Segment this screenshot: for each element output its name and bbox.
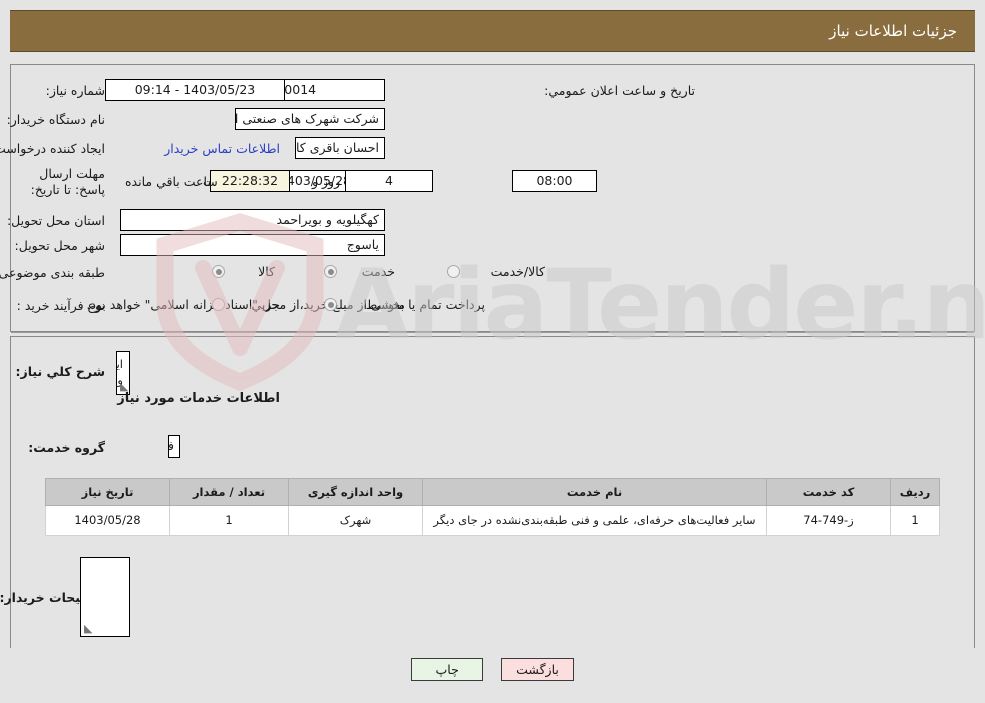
page-header-bar: جزئیات اطلاعات نیاز (10, 10, 975, 52)
category-label-kala-khedmat: کالا/خدمت (490, 264, 545, 279)
col-index: ردیف (890, 478, 940, 506)
province-value: کهگیلویه و بویراحمد (120, 209, 385, 231)
purchase-type-label-motavaset: متوسط (365, 297, 405, 312)
description-label: شرح کلي نیاز: (15, 364, 105, 379)
cell-unit: شهرک (288, 505, 423, 536)
description-textarea[interactable]: ایجاد واحد تحقیق و توسعه در خوشه گلخانه … (116, 351, 130, 395)
col-quantity: تعداد / مقدار (169, 478, 289, 506)
need-number-label: شماره نیاز: (45, 83, 105, 98)
category-radio-kala[interactable] (212, 265, 225, 278)
col-code: کد خدمت (766, 478, 891, 506)
col-unit: واحد اندازه گیری (288, 478, 423, 506)
category-label: طبقه بندی موضوعی: (0, 265, 105, 280)
province-label: استان محل تحویل: (6, 213, 105, 228)
remaining-days-value: 4 (345, 170, 433, 192)
purchase-type-radio-jozii[interactable] (212, 298, 225, 311)
deadline-hour-value: 08:00 (512, 170, 597, 192)
table-header-row: ردیف کد خدمت نام خدمت واحد اندازه گیری ت… (45, 478, 940, 506)
services-section-heading: اطلاعات خدمات مورد نیاز (117, 391, 280, 406)
deadline-label: مهلت ارسال پاسخ: تا تاریخ: (30, 166, 105, 197)
cell-index: 1 (890, 505, 940, 536)
announce-datetime-label: تاریخ و ساعت اعلان عمومي: (544, 83, 695, 98)
action-button-row: بازگشت چاپ (0, 658, 985, 681)
resize-grip-icon[interactable]: ◢ (84, 622, 94, 635)
category-label-kala: کالا (258, 264, 275, 279)
remaining-days-label: روز و (312, 174, 341, 189)
buyer-notes-textarea[interactable]: ◢ (80, 557, 130, 637)
table-row: 1 ز-749-74 سایر فعالیت‌های حرفه‌ای، علمی… (45, 505, 940, 536)
buyer-contact-link[interactable]: اطلاعات تماس خریدار (164, 141, 280, 156)
buyer-org-value: شرکت شهرک های صنعتی استان کهگیلویه و بوی… (235, 108, 385, 130)
back-button[interactable]: بازگشت (501, 658, 574, 681)
service-group-label: گروه خدمت: (28, 440, 105, 455)
category-label-khedmat: خدمت (361, 264, 395, 279)
service-group-value: فعالیت‌های حرفه‌ای، علمی و فنی (168, 435, 180, 458)
buyer-org-label: نام دستگاه خریدار: (6, 112, 105, 127)
islamic-treasury-note: پرداخت تمام یا بخشی از مبلغ خرید،از محل … (86, 297, 485, 312)
cell-name: سایر فعالیت‌های حرفه‌ای، علمی و فنی طبقه… (422, 505, 767, 536)
col-name: نام خدمت (422, 478, 767, 506)
requester-label: ایجاد کننده درخواست: (0, 141, 105, 156)
remaining-time-value: 22:28:32 (210, 170, 290, 192)
city-value: یاسوج (120, 234, 385, 256)
need-info-panel (10, 64, 975, 332)
services-table: ردیف کد خدمت نام خدمت واحد اندازه گیری ت… (45, 478, 940, 536)
requester-value: احسان باقری کاربرداز شرکت شهرک های صنعتی… (295, 137, 385, 159)
category-radio-kala-khedmat[interactable] (447, 265, 460, 278)
purchase-type-label-jozii: جزیي (251, 297, 280, 312)
purchase-type-radio-motavaset[interactable] (324, 298, 337, 311)
city-label: شهر محل تحویل: (14, 238, 105, 253)
print-button[interactable]: چاپ (411, 658, 484, 681)
remaining-time-label: ساعت باقي مانده (125, 174, 218, 189)
page-title: جزئیات اطلاعات نیاز (829, 22, 957, 40)
announce-datetime-value: 1403/05/23 - 09:14 (105, 79, 285, 101)
cell-code: ز-749-74 (766, 505, 891, 536)
cell-date: 1403/05/28 (45, 505, 170, 536)
category-radio-khedmat[interactable] (324, 265, 337, 278)
col-date: تاریخ نیاز (45, 478, 170, 506)
cell-quantity: 1 (169, 505, 289, 536)
